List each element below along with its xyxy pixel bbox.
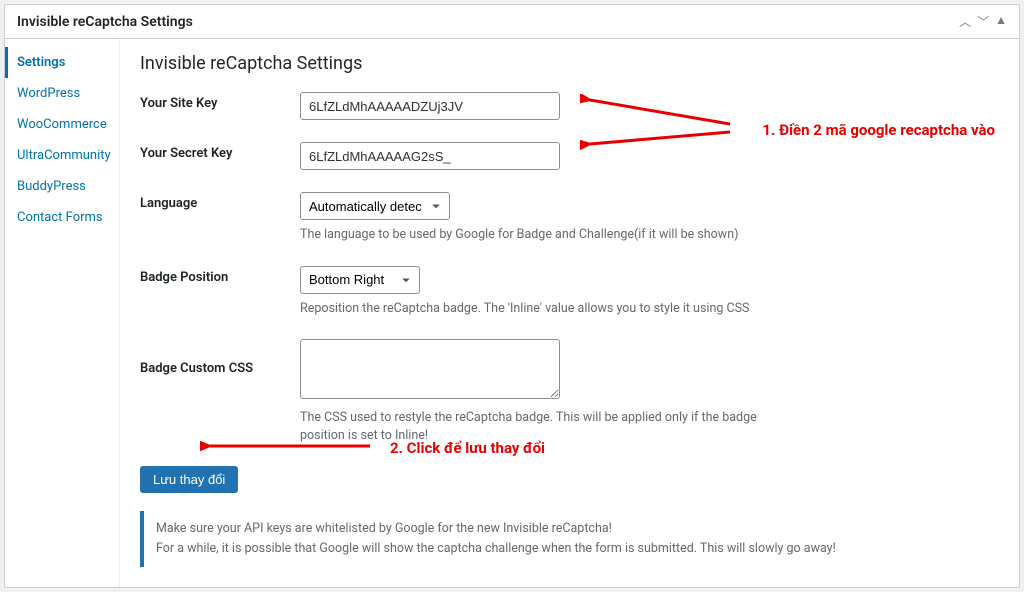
page-title: Invisible reCaptcha Settings: [140, 53, 999, 74]
sidebar-item-buddypress[interactable]: BuddyPress: [5, 171, 119, 202]
sidebar-nav: Settings WordPress WooCommerce UltraComm…: [5, 39, 120, 587]
row-badge-css: Badge Custom CSS The CSS used to restyle…: [140, 339, 999, 444]
save-button[interactable]: Lưu thay đổi: [140, 466, 238, 493]
row-language: Language Automatically detect The langua…: [140, 192, 999, 244]
input-site-key[interactable]: [300, 92, 560, 120]
chevron-up-icon[interactable]: ︿: [959, 13, 971, 30]
row-badge-position: Badge Position Bottom Right Reposition t…: [140, 266, 999, 318]
panel-title: Invisible reCaptcha Settings: [17, 14, 193, 30]
label-language: Language: [140, 192, 300, 211]
panel-body: Settings WordPress WooCommerce UltraComm…: [5, 39, 1019, 587]
sidebar-item-contactforms[interactable]: Contact Forms: [5, 202, 119, 233]
row-secret-key: Your Secret Key: [140, 142, 999, 170]
label-site-key: Your Site Key: [140, 92, 300, 111]
notice-line1: Make sure your API keys are whitelisted …: [156, 519, 987, 539]
chevron-down-icon[interactable]: ﹀: [977, 13, 989, 30]
notice-box: Make sure your API keys are whitelisted …: [140, 511, 999, 567]
sidebar-item-settings[interactable]: Settings: [5, 47, 119, 78]
input-secret-key[interactable]: [300, 142, 560, 170]
select-badge-position[interactable]: Bottom Right: [300, 266, 420, 294]
label-secret-key: Your Secret Key: [140, 142, 300, 161]
annotation-1: 1. Điền 2 mã google recaptcha vào: [762, 121, 995, 139]
settings-panel: Invisible reCaptcha Settings ︿ ﹀ ▲ Setti…: [4, 4, 1020, 588]
row-site-key: Your Site Key: [140, 92, 999, 120]
label-badge-css: Badge Custom CSS: [140, 339, 300, 376]
help-badge-position: Reposition the reCaptcha badge. The 'Inl…: [300, 300, 760, 318]
textarea-badge-css[interactable]: [300, 339, 560, 399]
annotation-2: 2. Click để lưu thay đổi: [390, 439, 545, 457]
sidebar-item-ultracommunity[interactable]: UltraCommunity: [5, 140, 119, 171]
panel-header: Invisible reCaptcha Settings ︿ ﹀ ▲: [5, 5, 1019, 39]
sidebar-item-wordpress[interactable]: WordPress: [5, 78, 119, 109]
notice-line2: For a while, it is possible that Google …: [156, 539, 987, 559]
caret-up-icon[interactable]: ▲: [995, 13, 1007, 30]
main-content: Invisible reCaptcha Settings Your Site K…: [120, 39, 1019, 587]
header-controls: ︿ ﹀ ▲: [959, 13, 1007, 30]
label-badge-position: Badge Position: [140, 266, 300, 285]
sidebar-item-woocommerce[interactable]: WooCommerce: [5, 109, 119, 140]
help-language: The language to be used by Google for Ba…: [300, 226, 760, 244]
select-language[interactable]: Automatically detect: [300, 192, 450, 220]
